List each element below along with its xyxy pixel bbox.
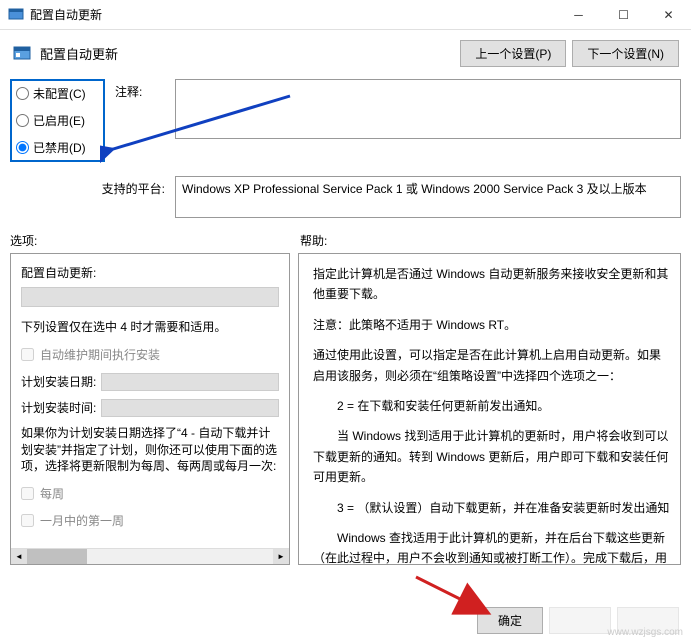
install-date-select[interactable] bbox=[101, 373, 279, 391]
options-note: 下列设置仅在选中 4 时才需要和适用。 bbox=[21, 319, 279, 336]
help-p4: 2 = 在下载和安装任何更新前发出通知。 bbox=[313, 396, 670, 416]
ok-button[interactable]: 确定 bbox=[477, 607, 543, 634]
help-p7: Windows 查找适用于此计算机的更新，并在后台下载这些更新（在此过程中，用户… bbox=[313, 528, 670, 565]
options-scrollbar[interactable]: ◄► bbox=[11, 548, 289, 564]
app-icon bbox=[8, 7, 24, 23]
cancel-button[interactable] bbox=[549, 607, 611, 634]
policy-icon bbox=[12, 44, 32, 64]
maximize-button[interactable]: ☐ bbox=[601, 0, 646, 29]
page-title: 配置自动更新 bbox=[40, 44, 460, 63]
next-setting-button[interactable]: 下一个设置(N) bbox=[572, 40, 679, 67]
prev-setting-button[interactable]: 上一个设置(P) bbox=[460, 40, 566, 67]
comment-label: 注释: bbox=[115, 79, 175, 162]
help-p3: 通过使用此设置，可以指定是否在此计算机上启用自动更新。如果启用该服务，则必须在“… bbox=[313, 345, 670, 386]
options-desc: 如果你为计划安装日期选择了“4 - 自动下载并计划安装”并指定了计划，则你还可以… bbox=[21, 425, 279, 475]
help-p6: 3 = （默认设置）自动下载更新，并在准备安装更新时发出通知 bbox=[313, 498, 670, 518]
watermark: www.wzjsgs.com bbox=[607, 627, 683, 638]
minimize-button[interactable]: ─ bbox=[556, 0, 601, 29]
help-p5: 当 Windows 找到适用于此计算机的更新时，用户将会收到可以下载更新的通知。… bbox=[313, 426, 670, 487]
help-label: 帮助: bbox=[300, 232, 327, 249]
firstweek-checkbox[interactable]: 一月中的第一周 bbox=[21, 512, 279, 529]
help-p1: 指定此计算机是否通过 Windows 自动更新服务来接收安全更新和其他重要下载。 bbox=[313, 264, 670, 305]
platform-text: Windows XP Professional Service Pack 1 或… bbox=[175, 176, 681, 218]
weekly-checkbox[interactable]: 每周 bbox=[21, 485, 279, 502]
close-button[interactable]: ✕ bbox=[646, 0, 691, 29]
comment-textarea[interactable] bbox=[175, 79, 681, 139]
maintenance-checkbox[interactable]: 自动维护期间执行安装 bbox=[21, 346, 279, 363]
radio-disabled[interactable]: 已禁用(D) bbox=[16, 139, 99, 156]
config-update-label: 配置自动更新: bbox=[21, 264, 279, 281]
install-time-label: 计划安装时间: bbox=[21, 399, 101, 416]
help-panel: 指定此计算机是否通过 Windows 自动更新服务来接收安全更新和其他重要下载。… bbox=[298, 253, 681, 565]
options-panel: 配置自动更新: 下列设置仅在选中 4 时才需要和适用。 自动维护期间执行安装 计… bbox=[10, 253, 290, 565]
window-title: 配置自动更新 bbox=[30, 6, 556, 23]
state-radio-group: 未配置(C) 已启用(E) 已禁用(D) bbox=[10, 79, 105, 162]
help-p2: 注意：此策略不适用于 Windows RT。 bbox=[313, 315, 670, 335]
radio-enabled[interactable]: 已启用(E) bbox=[16, 112, 99, 129]
platform-label: 支持的平台: bbox=[10, 176, 175, 218]
radio-unconfigured[interactable]: 未配置(C) bbox=[16, 85, 99, 102]
install-time-select[interactable] bbox=[101, 399, 279, 417]
options-label: 选项: bbox=[10, 232, 300, 249]
config-update-select[interactable] bbox=[21, 287, 279, 307]
install-date-label: 计划安装日期: bbox=[21, 373, 101, 390]
